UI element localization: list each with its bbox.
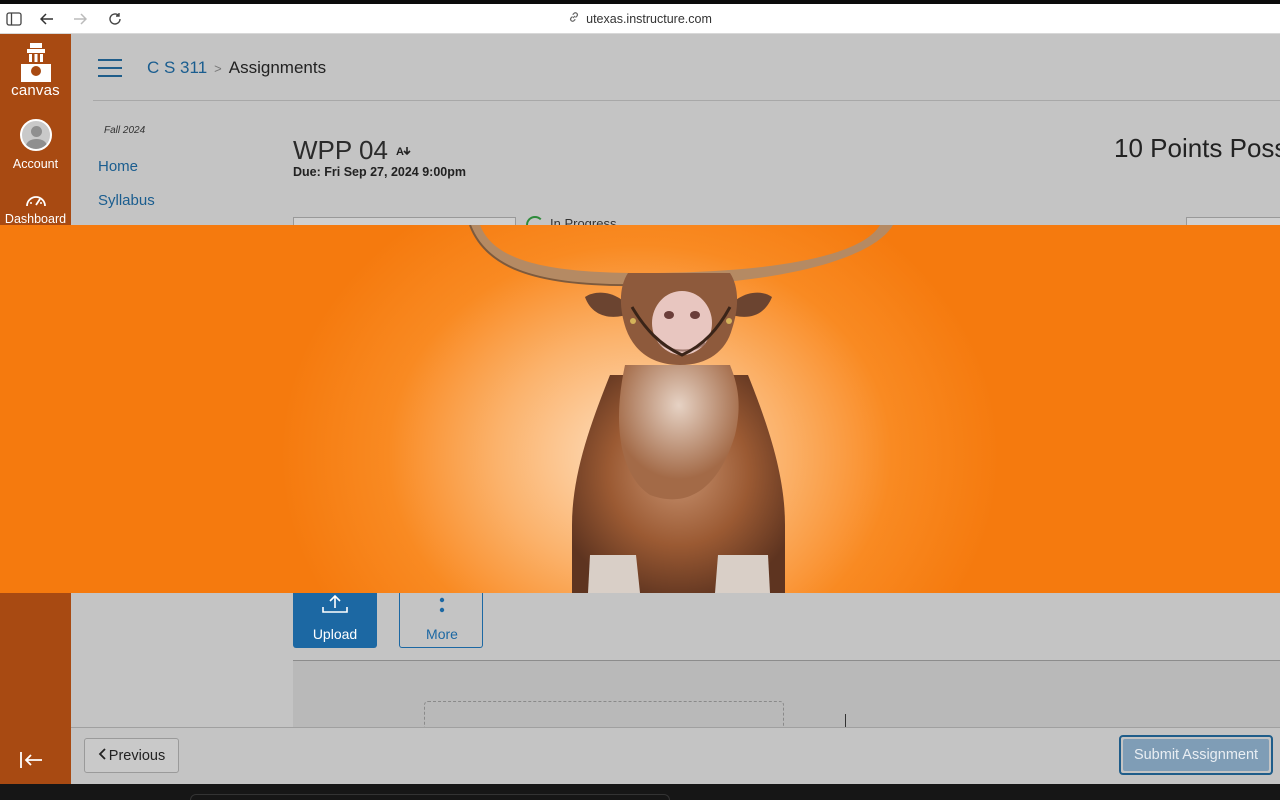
footer-bar: Previous Submit Assignment	[71, 727, 1280, 784]
breadcrumb-course[interactable]: C S 311	[147, 58, 207, 77]
upload-button[interactable]: Upload	[293, 590, 377, 648]
avatar	[19, 119, 52, 151]
upload-icon	[321, 592, 349, 614]
assignment-title: WPP 04 A	[293, 135, 414, 166]
dashboard-label: Dashboard	[4, 212, 67, 225]
points-possible: 10 Points Poss	[1114, 133, 1280, 163]
course-term: Fall 2024	[104, 125, 146, 136]
longhorn-steer-image	[469, 225, 893, 593]
previous-button[interactable]: Previous	[84, 738, 179, 773]
breadcrumb: C S 311 > Assignments	[147, 58, 326, 78]
dashboard-icon	[0, 190, 71, 212]
address-bar[interactable]: utexas.instructure.com	[0, 11, 1280, 26]
global-nav-account[interactable]: Account	[0, 119, 71, 171]
window-bottom-edge	[0, 784, 1280, 800]
svg-text:A: A	[396, 146, 404, 158]
ut-tower-icon	[14, 40, 58, 84]
header-divider	[93, 100, 1280, 101]
submit-label: Submit Assignment	[1123, 739, 1269, 771]
account-label: Account	[12, 157, 59, 171]
previous-label: Previous	[108, 747, 166, 764]
link-icon	[568, 11, 580, 26]
more-label: More	[426, 626, 458, 642]
collapse-nav-icon[interactable]	[18, 750, 46, 774]
assignment-due-date: Due: Fri Sep 27, 2024 9:00pm	[293, 165, 466, 179]
submit-assignment-button[interactable]: Submit Assignment	[1119, 735, 1273, 775]
breadcrumb-separator-icon: >	[214, 61, 222, 76]
global-nav-dashboard[interactable]: Dashboard	[0, 190, 71, 225]
breadcrumb-current: Assignments	[228, 58, 327, 77]
text-cursor	[845, 714, 846, 728]
url-text: utexas.instructure.com	[586, 12, 712, 26]
course-nav-home[interactable]: Home	[98, 158, 138, 175]
more-button[interactable]: More	[399, 590, 483, 648]
course-nav-syllabus[interactable]: Syllabus	[98, 192, 155, 209]
dock-edge	[190, 794, 670, 800]
upload-label: Upload	[312, 626, 358, 642]
course-menu-toggle[interactable]	[98, 59, 122, 77]
chevron-left-icon	[98, 747, 106, 764]
longhorn-overlay-banner	[0, 225, 1280, 593]
canvas-logo[interactable]: canvas	[0, 40, 71, 104]
browser-toolbar: utexas.instructure.com	[0, 4, 1280, 34]
canvas-logo-text: canvas	[11, 82, 60, 99]
accessibility-translate-icon[interactable]: A	[392, 146, 414, 161]
more-vertical-icon	[400, 596, 484, 618]
